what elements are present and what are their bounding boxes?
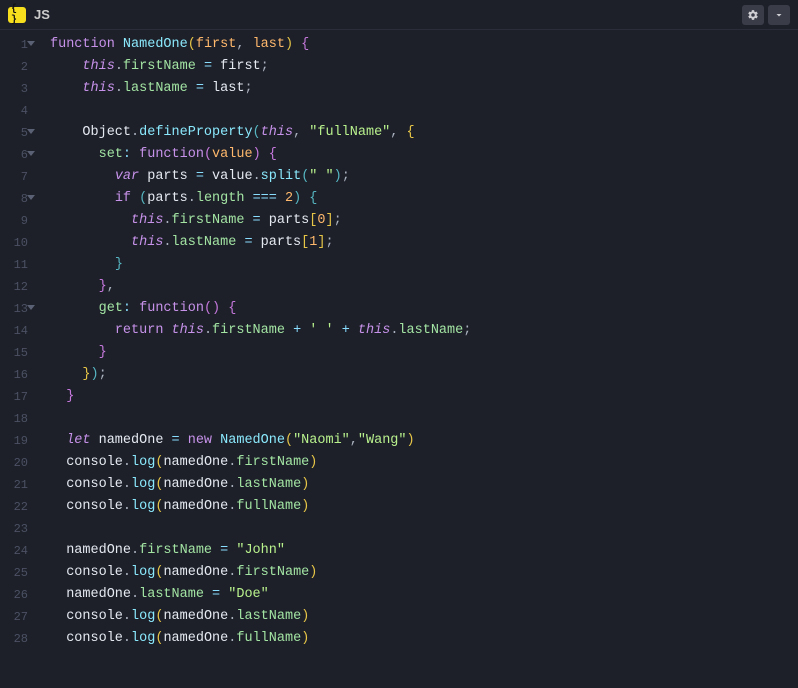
code-line[interactable]: let namedOne = new NamedOne("Naomi","Wan…	[50, 430, 798, 452]
code-editor[interactable]: 1234567891011121314151617181920212223242…	[0, 30, 798, 688]
line-number: 15	[0, 342, 28, 364]
line-number: 26	[0, 584, 28, 606]
code-line[interactable]: });	[50, 364, 798, 386]
titlebar-right	[742, 5, 790, 25]
titlebar: { } JS	[0, 0, 798, 30]
line-number: 13	[0, 298, 28, 320]
line-number: 11	[0, 254, 28, 276]
line-number: 7	[0, 166, 28, 188]
code-line[interactable]: this.lastName = last;	[50, 78, 798, 100]
line-number: 20	[0, 452, 28, 474]
code-line[interactable]: console.log(namedOne.firstName)	[50, 562, 798, 584]
line-number: 10	[0, 232, 28, 254]
code-line[interactable]	[50, 518, 798, 540]
code-line[interactable]: this.firstName = parts[0];	[50, 210, 798, 232]
line-number: 16	[0, 364, 28, 386]
code-line[interactable]: }	[50, 342, 798, 364]
line-number: 18	[0, 408, 28, 430]
line-number-gutter: 1234567891011121314151617181920212223242…	[0, 34, 38, 688]
fold-triangle-icon[interactable]	[27, 151, 35, 156]
line-number: 28	[0, 628, 28, 650]
line-number: 19	[0, 430, 28, 452]
code-line[interactable]: namedOne.lastName = "Doe"	[50, 584, 798, 606]
line-number: 2	[0, 56, 28, 78]
code-line[interactable]: console.log(namedOne.fullName)	[50, 496, 798, 518]
code-line[interactable]: },	[50, 276, 798, 298]
line-number: 4	[0, 100, 28, 122]
line-number: 24	[0, 540, 28, 562]
code-line[interactable]: get: function() {	[50, 298, 798, 320]
fold-triangle-icon[interactable]	[27, 305, 35, 310]
code-line[interactable]	[50, 408, 798, 430]
code-line[interactable]: var parts = value.split(" ");	[50, 166, 798, 188]
code-line[interactable]: namedOne.firstName = "John"	[50, 540, 798, 562]
dropdown-button[interactable]	[768, 5, 790, 25]
line-number: 5	[0, 122, 28, 144]
line-number: 21	[0, 474, 28, 496]
code-area[interactable]: function NamedOne(first, last) { this.fi…	[38, 34, 798, 688]
code-line[interactable]	[50, 100, 798, 122]
line-number: 9	[0, 210, 28, 232]
code-line[interactable]: console.log(namedOne.firstName)	[50, 452, 798, 474]
settings-button[interactable]	[742, 5, 764, 25]
line-number: 14	[0, 320, 28, 342]
line-number: 17	[0, 386, 28, 408]
fold-triangle-icon[interactable]	[27, 129, 35, 134]
code-line[interactable]: if (parts.length === 2) {	[50, 188, 798, 210]
line-number: 8	[0, 188, 28, 210]
code-line[interactable]: console.log(namedOne.lastName)	[50, 606, 798, 628]
chevron-down-icon	[773, 9, 785, 21]
line-number: 12	[0, 276, 28, 298]
language-label: JS	[34, 7, 50, 22]
code-line[interactable]: set: function(value) {	[50, 144, 798, 166]
line-number: 23	[0, 518, 28, 540]
line-number: 27	[0, 606, 28, 628]
fold-triangle-icon[interactable]	[27, 195, 35, 200]
code-line[interactable]: console.log(namedOne.fullName)	[50, 628, 798, 650]
code-line[interactable]: Object.defineProperty(this, "fullName", …	[50, 122, 798, 144]
titlebar-left: { } JS	[8, 7, 50, 23]
line-number: 22	[0, 496, 28, 518]
line-number: 25	[0, 562, 28, 584]
code-line[interactable]: }	[50, 254, 798, 276]
code-line[interactable]: console.log(namedOne.lastName)	[50, 474, 798, 496]
line-number: 1	[0, 34, 28, 56]
code-line[interactable]: }	[50, 386, 798, 408]
code-line[interactable]: this.firstName = first;	[50, 56, 798, 78]
code-line[interactable]: this.lastName = parts[1];	[50, 232, 798, 254]
gear-icon	[747, 9, 759, 21]
fold-triangle-icon[interactable]	[27, 41, 35, 46]
line-number: 3	[0, 78, 28, 100]
line-number: 6	[0, 144, 28, 166]
code-line[interactable]: return this.firstName + ' ' + this.lastN…	[50, 320, 798, 342]
code-line[interactable]: function NamedOne(first, last) {	[50, 34, 798, 56]
js-badge-icon: { }	[8, 7, 26, 23]
